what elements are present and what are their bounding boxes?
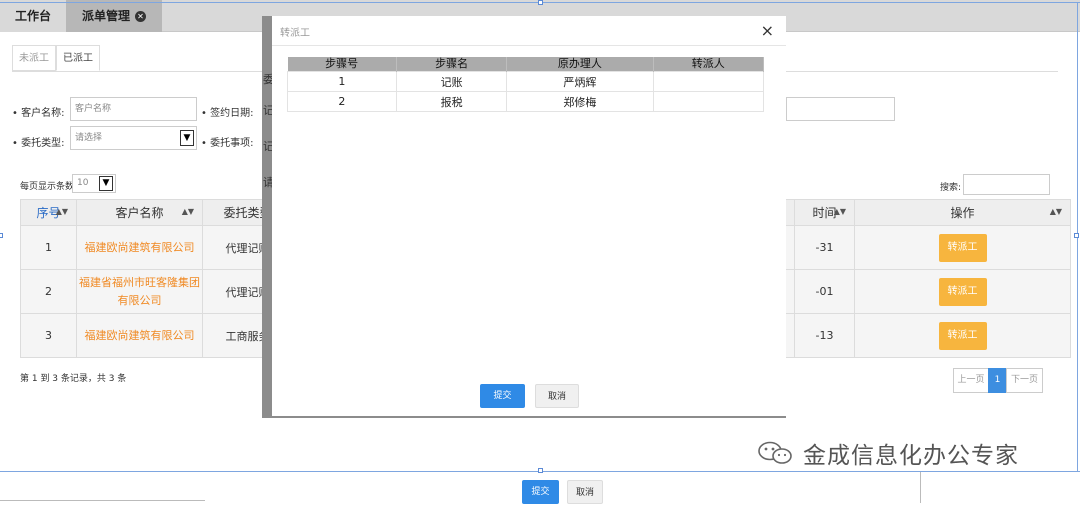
resize-handle-top[interactable] — [538, 0, 543, 5]
header-customer-label: 客户名称 — [115, 206, 164, 220]
transfer-dispatch-button[interactable]: 转派工 — [938, 321, 987, 350]
entrust-type-select[interactable]: 请选择 ▼ — [70, 126, 197, 150]
dialog-submit-button[interactable]: 提交 — [480, 384, 525, 408]
cell-time: -13 — [794, 313, 855, 358]
chevron-down-icon: ▼ — [180, 130, 194, 146]
steps-header-step: 步骤号 — [287, 57, 397, 72]
cell-op: 转派工 — [854, 269, 1071, 314]
right-filter-input[interactable] — [786, 97, 895, 121]
resize-handle-bottom[interactable] — [538, 468, 543, 473]
customer-link[interactable]: 福建省福州市旺客隆集团有限公司 — [76, 269, 203, 314]
steps-header-handler: 原办理人 — [506, 57, 654, 72]
pager-prev[interactable]: 上一页 — [953, 368, 989, 393]
transfer-dispatch-dialog: 转派工 × 步骤号 步骤名 原办理人 转派人 1 记账 严炳辉 2 报税 郑修梅 — [272, 16, 786, 416]
header-seq[interactable]: 序号 ▲▼ — [20, 199, 77, 226]
header-time[interactable]: 时间 ▲▼ — [794, 199, 855, 226]
sort-icon: ▲▼ — [181, 207, 194, 216]
entrust-type-label: 委托类型: — [12, 134, 64, 149]
record-summary: 第 1 到 3 条记录，共 3 条 — [20, 374, 127, 384]
page-size-label: 每页显示条数: — [20, 182, 78, 192]
sort-icon: ▲▼ — [55, 207, 68, 216]
page-size-value: 10 — [77, 178, 89, 188]
cell-seq: 1 — [20, 225, 77, 270]
bottom-divider-left — [0, 500, 205, 501]
cell-op: 转派工 — [854, 313, 1071, 358]
cell-seq: 2 — [20, 269, 77, 314]
subtab-group: 未派工 已派工 — [12, 45, 100, 71]
step-name: 报税 — [395, 91, 508, 112]
bottom-divider-right — [920, 472, 921, 503]
steps-row: 2 报税 郑修梅 — [287, 91, 765, 112]
header-op-label: 操作 — [950, 206, 975, 220]
dialog-cancel-button[interactable]: 取消 — [535, 384, 579, 408]
tab-workbench-label: 工作台 — [14, 9, 51, 23]
tab-workbench[interactable]: 工作台 — [0, 0, 66, 32]
search-input[interactable] — [963, 174, 1050, 195]
step-number: 1 — [287, 71, 397, 92]
subtab-dispatched[interactable]: 已派工 — [56, 45, 100, 71]
pager-next[interactable]: 下一页 — [1006, 368, 1043, 393]
cell-op: 转派工 — [854, 225, 1071, 270]
step-transfer-cell[interactable] — [652, 71, 765, 92]
sort-icon: ▲▼ — [1049, 207, 1062, 216]
transfer-dispatch-button[interactable]: 转派工 — [938, 233, 987, 262]
page-size-select[interactable]: 10 ▼ — [72, 174, 116, 193]
dialog-header-divider — [272, 45, 786, 46]
cell-time: -01 — [794, 269, 855, 314]
customer-link[interactable]: 福建欧尚建筑有限公司 — [76, 313, 203, 358]
header-customer[interactable]: 客户名称 ▲▼ — [76, 199, 203, 226]
customer-name-label: 客户名称: — [12, 104, 64, 119]
step-number: 2 — [287, 91, 397, 112]
subtab-undispatched[interactable]: 未派工 — [12, 45, 56, 71]
customer-name-input[interactable]: 客户名称 — [70, 97, 197, 121]
watermark-text: 金成信息化办公专家 — [803, 443, 1019, 469]
entrust-item-label: 委托事项: — [201, 134, 253, 149]
search-label: 搜索: — [940, 183, 962, 193]
step-handler: 郑修梅 — [506, 91, 654, 112]
steps-table: 步骤号 步骤名 原办理人 转派人 1 记账 严炳辉 2 报税 郑修梅 — [287, 57, 765, 112]
entrust-type-value: 请选择 — [75, 133, 103, 143]
steps-header-transfer: 转派人 — [653, 57, 765, 72]
sign-date-label: 签约日期: — [201, 104, 253, 119]
dialog-title: 转派工 — [280, 28, 310, 39]
step-handler: 严炳辉 — [506, 71, 654, 92]
bottom-cancel-button[interactable]: 取消 — [567, 480, 603, 504]
resize-handle-right[interactable] — [1074, 233, 1079, 238]
sort-icon: ▲▼ — [833, 207, 846, 216]
resize-handle-left[interactable] — [0, 233, 3, 238]
header-operation[interactable]: 操作 ▲▼ — [854, 199, 1071, 226]
tab-dispatch-label: 派单管理 — [82, 9, 131, 23]
tab-dispatch-management[interactable]: 派单管理 ✕ — [66, 0, 162, 32]
transfer-dispatch-button[interactable]: 转派工 — [938, 277, 987, 306]
pager-current[interactable]: 1 — [988, 368, 1007, 393]
steps-row: 1 记账 严炳辉 — [287, 71, 765, 92]
close-icon[interactable]: × — [761, 21, 774, 40]
close-tab-icon[interactable]: ✕ — [135, 11, 147, 22]
wechat-icon — [758, 441, 792, 464]
step-transfer-cell[interactable] — [652, 91, 765, 112]
steps-header-name: 步骤名 — [396, 57, 508, 72]
step-name: 记账 — [395, 71, 508, 92]
customer-link[interactable]: 福建欧尚建筑有限公司 — [76, 225, 203, 270]
cell-time: -31 — [794, 225, 855, 270]
steps-header-row: 步骤号 步骤名 原办理人 转派人 — [287, 57, 765, 72]
bottom-submit-button[interactable]: 提交 — [522, 480, 559, 504]
chevron-down-icon: ▼ — [99, 176, 113, 191]
cell-seq: 3 — [20, 313, 77, 358]
